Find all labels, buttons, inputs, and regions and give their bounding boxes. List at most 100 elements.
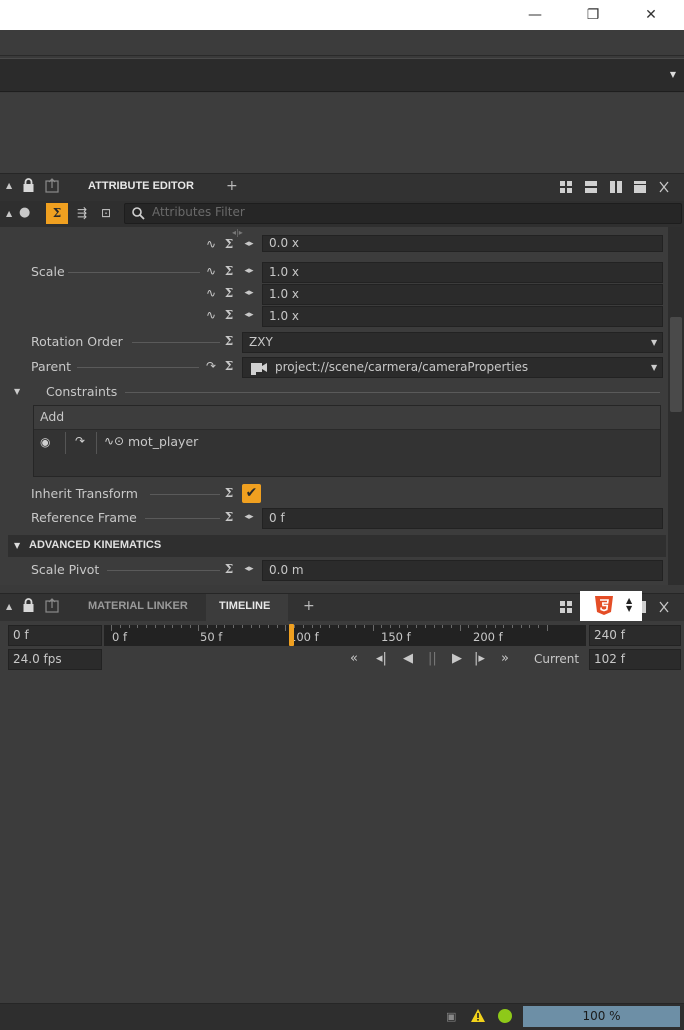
export-icon[interactable] xyxy=(45,178,61,193)
chevron-down-icon[interactable]: ▼ xyxy=(651,363,657,372)
leader-line xyxy=(132,342,220,343)
ruler-tick xyxy=(372,625,374,631)
drag-value-icon[interactable]: ◂▸ xyxy=(240,239,258,249)
fps-field[interactable]: 24.0 fps xyxy=(8,649,102,670)
splitter-handle-icon[interactable]: ◂|▸ xyxy=(232,228,243,237)
partial-value-field[interactable]: 0.0 x xyxy=(262,235,663,252)
ruler-tick xyxy=(450,625,452,628)
sigma-icon[interactable]: Σ xyxy=(220,486,238,500)
status-ok-icon[interactable] xyxy=(498,1009,512,1023)
link-icon[interactable]: ↷ xyxy=(75,434,85,448)
timeline-end-field[interactable]: 240 f xyxy=(589,625,681,646)
minimize-button[interactable]: — xyxy=(512,0,558,30)
drag-value-icon[interactable]: ◂▸ xyxy=(240,564,258,574)
lock-icon[interactable] xyxy=(22,598,35,613)
inherit-transform-checkbox[interactable]: ✔ xyxy=(242,484,261,503)
ruler-label: 50 f xyxy=(200,630,223,644)
ruler-tick xyxy=(154,625,156,628)
drag-value-icon[interactable]: ◂▸ xyxy=(240,266,258,276)
sigma-icon[interactable]: Σ xyxy=(220,308,238,322)
ruler-label: 200 f xyxy=(473,630,503,644)
chevron-down-icon[interactable]: ▼ xyxy=(651,338,657,347)
step-back-button[interactable]: ◀ xyxy=(403,651,413,666)
go-to-start-button[interactable]: « xyxy=(350,651,358,666)
ruler-tick xyxy=(468,625,470,628)
ruler-tick xyxy=(459,625,461,631)
ruler-tick xyxy=(546,625,548,631)
reference-frame-field[interactable]: 0 f xyxy=(262,508,663,529)
collapse-arrow-icon[interactable]: ▲ xyxy=(6,181,12,190)
scale-y-field[interactable]: 1.0 x xyxy=(262,284,663,305)
sigma-toggle-button[interactable]: Σ xyxy=(46,203,68,224)
curve-icon[interactable]: ∿ xyxy=(202,286,220,300)
chevron-down-icon[interactable]: ▼ xyxy=(670,70,676,79)
constraint-item-name[interactable]: mot_player xyxy=(128,434,198,449)
pause-button[interactable]: || xyxy=(428,651,437,666)
parent-field[interactable]: project://scene/carmera/cameraProperties xyxy=(242,357,663,378)
add-tab-button[interactable]: + xyxy=(226,178,238,194)
curve-icon[interactable]: ∿ xyxy=(202,237,220,251)
curve-icon[interactable]: ∿ xyxy=(202,264,220,278)
drag-value-icon[interactable]: ◂▸ xyxy=(240,310,258,320)
ruler-tick xyxy=(172,625,174,628)
export-icon[interactable] xyxy=(45,598,61,613)
sigma-icon[interactable]: Σ xyxy=(220,264,238,278)
rotation-order-label: Rotation Order xyxy=(31,334,123,349)
link-icon[interactable]: ↷ xyxy=(202,359,220,373)
sigma-icon[interactable]: Σ xyxy=(220,359,238,373)
sigma-icon[interactable]: Σ xyxy=(220,237,238,251)
sigma-icon[interactable]: Σ xyxy=(220,510,238,524)
drag-value-icon[interactable]: ◂▸ xyxy=(240,288,258,298)
warning-icon[interactable] xyxy=(470,1008,486,1023)
drag-value-icon[interactable]: ◂▸ xyxy=(240,512,258,522)
collapse-arrow-icon[interactable]: ▲ xyxy=(6,602,12,611)
scale-z-field[interactable]: 1.0 x xyxy=(262,306,663,327)
ruler-tick xyxy=(207,625,209,628)
close-button[interactable]: ✕ xyxy=(628,0,674,30)
lock-icon[interactable] xyxy=(22,178,35,193)
timeline-start-field[interactable]: 0 f xyxy=(8,625,102,646)
ruler-tick xyxy=(485,625,487,628)
tab-timeline[interactable]: TIMELINE xyxy=(219,600,270,612)
eye-icon[interactable]: ◉ xyxy=(40,435,50,449)
menu-bar xyxy=(0,30,684,56)
sigma-icon[interactable]: Σ xyxy=(220,562,238,576)
ruler-tick xyxy=(381,625,383,628)
go-to-end-button[interactable]: » xyxy=(501,651,509,666)
scale-pivot-field[interactable]: 0.0 m xyxy=(262,560,663,581)
current-frame-field[interactable]: 102 f xyxy=(589,649,681,670)
leader-line xyxy=(107,570,220,571)
maximize-button[interactable]: ❐ xyxy=(570,0,616,30)
rotation-order-select[interactable]: ZXY xyxy=(242,332,663,353)
playhead[interactable] xyxy=(288,624,294,646)
curve-icon[interactable]: ∿ xyxy=(202,308,220,322)
comment-icon[interactable]: ● xyxy=(19,205,30,220)
spinner-icon[interactable]: ▲ ▼ xyxy=(626,597,632,613)
save-icon[interactable]: ▣ xyxy=(446,1010,456,1023)
pin-icon[interactable]: ⊡ xyxy=(101,206,111,220)
expand-arrow-icon[interactable]: ▼ xyxy=(14,387,20,396)
ruler-tick xyxy=(276,625,278,628)
tab-material-linker[interactable]: MATERIAL LINKER xyxy=(88,600,188,612)
previous-key-button[interactable]: ◂| xyxy=(376,651,387,666)
scale-x-field[interactable]: 1.0 x xyxy=(262,262,663,283)
toolbar-dropdown[interactable] xyxy=(0,58,684,92)
zoom-level[interactable]: 100 % xyxy=(523,1006,680,1027)
sigma-icon[interactable]: Σ xyxy=(220,334,238,348)
ruler-tick xyxy=(329,625,330,628)
list-filter-icon[interactable]: ⇶ xyxy=(77,206,87,220)
constraints-label[interactable]: Constraints xyxy=(46,384,117,399)
scrollbar-thumb[interactable] xyxy=(670,317,682,412)
next-key-button[interactable]: |▸ xyxy=(474,651,485,666)
play-button[interactable]: ▶ xyxy=(452,651,462,666)
sigma-icon[interactable]: Σ xyxy=(220,286,238,300)
inherit-transform-label: Inherit Transform xyxy=(31,486,138,501)
expand-arrow-icon[interactable]: ▼ xyxy=(14,541,20,550)
collapse-arrow-icon[interactable]: ▲ xyxy=(6,209,12,218)
add-constraint-button[interactable]: Add xyxy=(40,409,64,424)
tab-attribute-editor[interactable]: ATTRIBUTE EDITOR xyxy=(88,180,194,192)
constraints-add-row[interactable] xyxy=(34,406,660,430)
ruler-tick xyxy=(494,625,496,628)
ruler-tick xyxy=(355,625,357,628)
add-tab-button[interactable]: + xyxy=(303,598,315,614)
